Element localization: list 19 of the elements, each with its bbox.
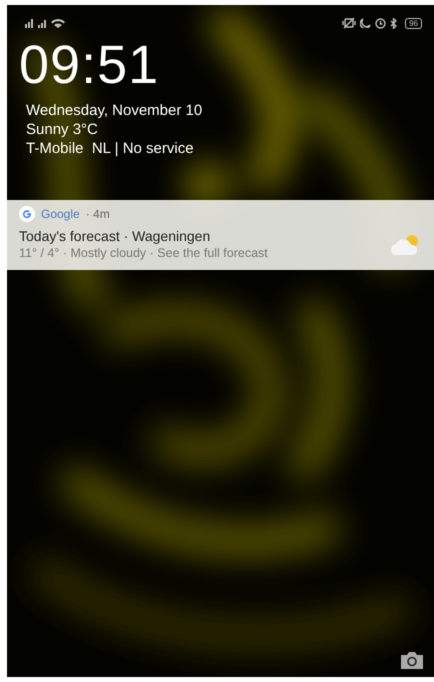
battery-level: 96 — [405, 18, 422, 28]
google-g-icon — [19, 206, 35, 222]
weather: Sunny 3°C — [25, 120, 99, 139]
carrier: T-Mobile NL | No service — [25, 139, 195, 158]
vibrate-off-icon — [342, 17, 356, 29]
notification-time: · 4m — [86, 207, 110, 221]
notification-text: 11° / 4° · Mostly cloudy · See the full forecast — [19, 245, 269, 262]
camera-icon[interactable] — [400, 651, 424, 669]
notification-card[interactable]: Google · 4m Today's forecast · Wageningen 11° / 4° · Mostly cloudy · See the full forecast — [7, 200, 434, 270]
clock: 09:51 — [18, 35, 160, 95]
wifi-icon — [51, 18, 65, 28]
moon-icon — [360, 18, 372, 28]
app-name: Google — [41, 207, 80, 221]
signal-icon — [25, 18, 34, 28]
date: Wednesday, November 10 — [25, 101, 204, 120]
signal-icon — [38, 18, 47, 28]
notification-title: Today's forecast · Wageningen — [19, 227, 212, 245]
bluetooth-icon — [390, 18, 398, 28]
alarm-clock-icon — [375, 18, 386, 28]
